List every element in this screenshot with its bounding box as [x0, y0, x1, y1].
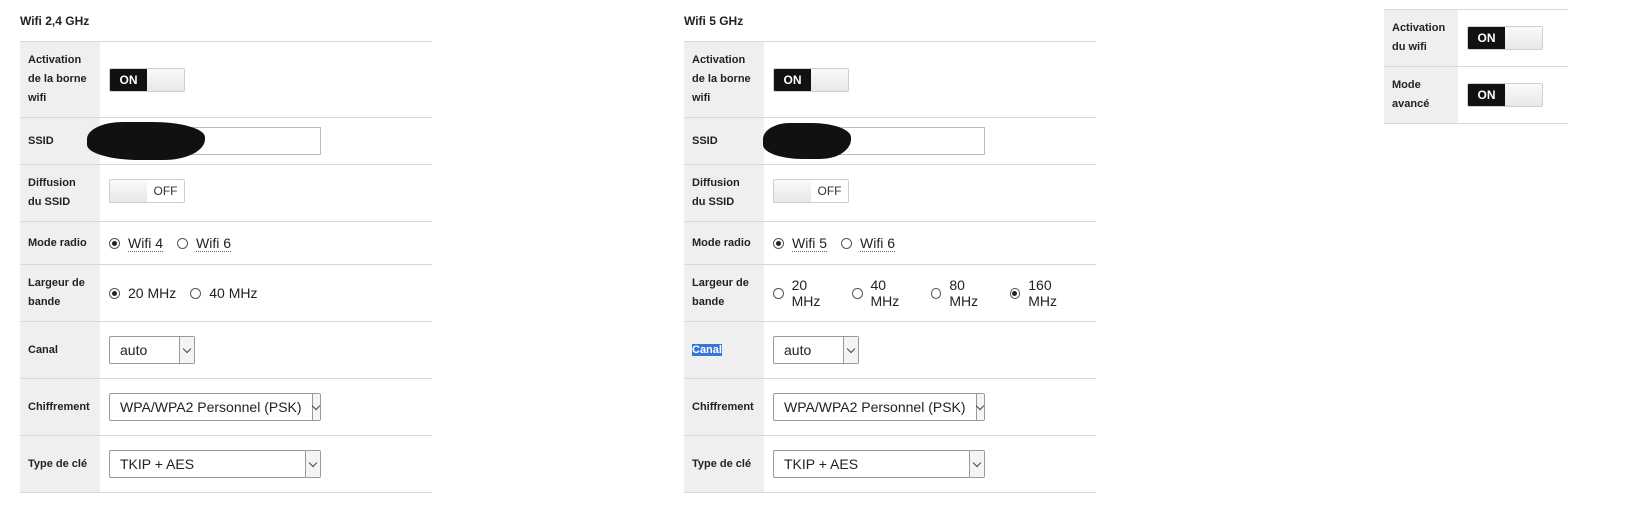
toggle-on-label: ON — [110, 68, 147, 91]
row-encryption: Chiffrement WPA/WPA2 Personnel (PSK) — [20, 378, 432, 436]
toggle-off-label: OFF — [147, 180, 184, 202]
toggle-on-label: ON — [774, 68, 811, 91]
radio-unchecked-icon — [930, 287, 942, 299]
row-broadcast: Diffusion du SSID OFF — [20, 164, 432, 222]
channel-label: Canal — [692, 343, 722, 356]
wifi-24-title: Wifi 2,4 GHz — [20, 14, 90, 28]
mode-label: Mode radio — [684, 221, 764, 265]
radio-80mhz[interactable]: 80 MHz — [930, 277, 996, 309]
row-activation: Activation de la borne wifi ON — [684, 41, 1096, 118]
radio-checked-icon — [109, 287, 120, 299]
row-broadcast: Diffusion du SSID OFF — [684, 164, 1096, 222]
encryption-select[interactable]: WPA/WPA2 Personnel (PSK) — [109, 393, 321, 421]
redaction-scribble — [87, 122, 205, 160]
wifi-24-section: Wifi 2,4 GHz Activation de la borne wifi… — [20, 0, 432, 493]
row-ssid: SSID — [684, 117, 1096, 165]
encryption-select[interactable]: WPA/WPA2 Personnel (PSK) — [773, 393, 985, 421]
broadcast-toggle[interactable]: OFF — [773, 179, 849, 203]
radio-20mhz[interactable]: 20 MHz — [109, 285, 176, 301]
broadcast-label: Diffusion du SSID — [684, 164, 764, 222]
wifi-5-title: Wifi 5 GHz — [684, 14, 744, 28]
encryption-label: Chiffrement — [684, 378, 764, 436]
broadcast-label: Diffusion du SSID — [20, 164, 100, 222]
toggle-on-label: ON — [1468, 84, 1505, 106]
chevron-down-icon — [305, 451, 320, 477]
keytype-select[interactable]: TKIP + AES — [773, 450, 985, 478]
radio-unchecked-icon — [177, 237, 188, 249]
row-channel: Canal auto — [20, 321, 432, 379]
global-section: Activation du wifi ON Mode avancé ON — [1384, 9, 1568, 124]
channel-select[interactable]: auto — [109, 336, 195, 364]
activation-label: Activation de la borne wifi — [20, 41, 100, 118]
row-mode: Mode radio Wifi 5 Wifi 6 — [684, 221, 1096, 265]
chevron-down-icon — [843, 337, 858, 363]
radio-unchecked-icon — [773, 287, 784, 299]
row-bandwidth: Largeur de bande 20 MHz 40 MHz 80 MHz 16… — [684, 264, 1096, 322]
mode-radio-group: Wifi 4 Wifi 6 — [109, 235, 432, 252]
channel-label: Canal — [20, 321, 100, 379]
keytype-label: Type de clé — [684, 435, 764, 493]
keytype-label: Type de clé — [20, 435, 100, 493]
row-keytype: Type de clé TKIP + AES — [684, 435, 1096, 493]
row-encryption: Chiffrement WPA/WPA2 Personnel (PSK) — [684, 378, 1096, 436]
wifi-activation-label: Activation du wifi — [1384, 9, 1458, 67]
activation-label: Activation de la borne wifi — [684, 41, 764, 118]
encryption-label: Chiffrement — [20, 378, 100, 436]
radio-wifi4[interactable]: Wifi 4 — [109, 235, 163, 252]
row-ssid: SSID — [20, 117, 432, 165]
chevron-down-icon — [975, 394, 985, 420]
radio-wifi6[interactable]: Wifi 6 — [177, 235, 231, 252]
radio-unchecked-icon — [190, 287, 202, 299]
row-mode: Mode radio Wifi 4 Wifi 6 — [20, 221, 432, 265]
bandwidth-label: Largeur de bande — [20, 264, 100, 322]
mode-radio-group: Wifi 5 Wifi 6 — [773, 235, 1096, 252]
chevron-down-icon — [969, 451, 984, 477]
channel-select[interactable]: auto — [773, 336, 859, 364]
advanced-mode-label: Mode avancé — [1384, 66, 1458, 124]
redaction-scribble — [763, 123, 851, 159]
toggle-on-label: ON — [1468, 27, 1505, 49]
wifi-activation-toggle[interactable]: ON — [1467, 26, 1543, 50]
row-bandwidth: Largeur de bande 20 MHz 40 MHz — [20, 264, 432, 322]
radio-20mhz[interactable]: 20 MHz — [773, 277, 838, 309]
radio-checked-icon — [773, 237, 784, 249]
mode-label: Mode radio — [20, 221, 100, 265]
keytype-select[interactable]: TKIP + AES — [109, 450, 321, 478]
chevron-down-icon — [311, 394, 321, 420]
bandwidth-label: Largeur de bande — [684, 264, 764, 322]
radio-40mhz[interactable]: 40 MHz — [190, 285, 257, 301]
row-wifi-activation: Activation du wifi ON — [1384, 9, 1568, 67]
advanced-mode-toggle[interactable]: ON — [1467, 83, 1543, 107]
radio-checked-icon — [109, 237, 120, 249]
wifi-24-table: Activation de la borne wifi ON SSID Diff… — [20, 41, 432, 493]
bandwidth-radio-group: 20 MHz 40 MHz 80 MHz 160 MHz — [773, 277, 1096, 309]
radio-wifi6[interactable]: Wifi 6 — [841, 235, 895, 252]
activation-toggle[interactable]: ON — [773, 67, 849, 92]
radio-checked-icon — [1009, 287, 1021, 299]
radio-unchecked-icon — [851, 287, 863, 299]
wifi-5-section: Wifi 5 GHz Activation de la borne wifi O… — [684, 0, 1096, 493]
row-keytype: Type de clé TKIP + AES — [20, 435, 432, 493]
radio-unchecked-icon — [841, 237, 852, 249]
radio-160mhz[interactable]: 160 MHz — [1009, 277, 1082, 309]
broadcast-toggle[interactable]: OFF — [109, 179, 185, 203]
row-advanced-mode: Mode avancé ON — [1384, 66, 1568, 124]
activation-toggle[interactable]: ON — [109, 67, 185, 92]
radio-wifi5[interactable]: Wifi 5 — [773, 235, 827, 252]
bandwidth-radio-group: 20 MHz 40 MHz — [109, 285, 432, 301]
row-activation: Activation de la borne wifi ON — [20, 41, 432, 118]
wifi-5-table: Activation de la borne wifi ON SSID Diff… — [684, 41, 1096, 493]
row-channel: Canal auto — [684, 321, 1096, 379]
radio-40mhz[interactable]: 40 MHz — [851, 277, 917, 309]
toggle-off-label: OFF — [811, 180, 848, 202]
global-table: Activation du wifi ON Mode avancé ON — [1384, 9, 1568, 124]
ssid-label: SSID — [684, 117, 764, 165]
chevron-down-icon — [179, 337, 194, 363]
